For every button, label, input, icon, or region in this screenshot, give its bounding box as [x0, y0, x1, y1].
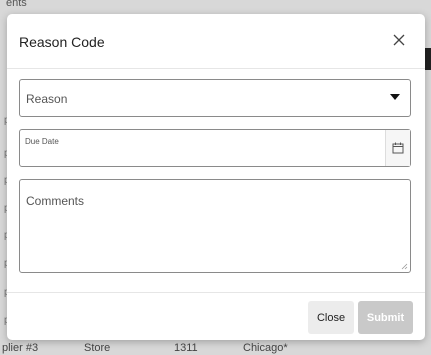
background-tab — [425, 48, 431, 70]
footer-divider — [7, 292, 425, 293]
due-date-field[interactable]: Due Date — [19, 129, 411, 167]
number-cell: 1311 — [174, 342, 198, 354]
background-title-fragment: ents — [6, 0, 27, 9]
dialog-title: Reason Code — [19, 34, 105, 50]
resize-handle-icon[interactable] — [401, 263, 408, 270]
comments-textarea[interactable]: Comments — [19, 179, 411, 273]
supplier-cell: plier #3 — [2, 342, 39, 354]
type-cell: Store — [84, 342, 111, 354]
calendar-icon — [392, 142, 404, 154]
background-table-row: plier #3 Store 1311 Chicago* — [0, 342, 431, 355]
calendar-button[interactable] — [385, 130, 410, 166]
reason-code-dialog: Reason Code Reason Due Date Comments Clo… — [7, 14, 425, 340]
comments-label: Comments — [26, 194, 85, 208]
reason-select[interactable]: Reason — [19, 79, 411, 117]
close-button[interactable]: Close — [308, 301, 354, 334]
city-cell: Chicago* — [243, 342, 288, 354]
due-date-label: Due Date — [25, 137, 59, 146]
dialog-header: Reason Code — [7, 14, 425, 69]
reason-placeholder: Reason — [26, 92, 68, 106]
submit-button[interactable]: Submit — [358, 301, 413, 334]
chevron-down-icon — [390, 94, 400, 100]
close-icon[interactable] — [389, 30, 409, 50]
